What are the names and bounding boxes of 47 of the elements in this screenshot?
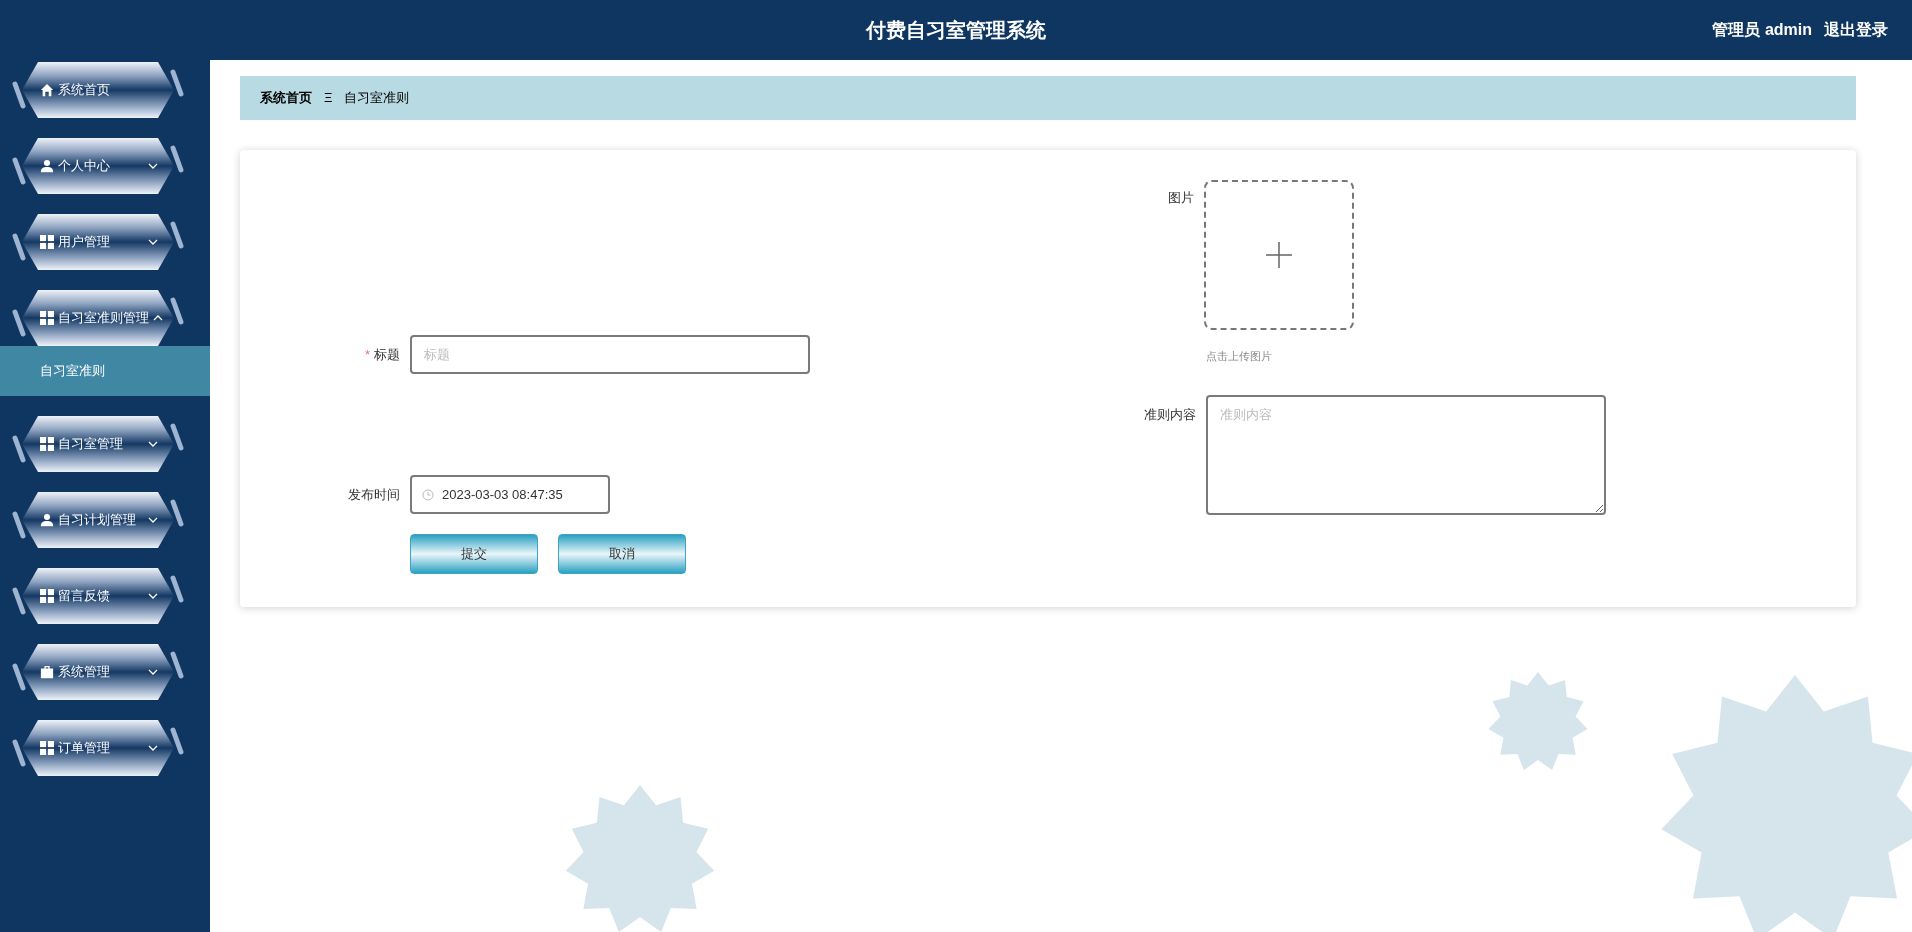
upload-hint: 点击上传图片: [1206, 349, 1273, 364]
grid-icon: [40, 437, 54, 451]
breadcrumb-current: 自习室准则: [344, 89, 410, 108]
home-icon: [40, 83, 54, 97]
plus-icon: [1265, 241, 1293, 269]
clock-icon: [422, 488, 434, 501]
caret-down-icon: [148, 441, 158, 447]
publish-time-label: 发布时间: [347, 485, 401, 504]
content-label: 准则内容: [1143, 405, 1197, 424]
sidebar-menu-item[interactable]: 自习计划管理: [0, 492, 196, 548]
sidebar-menu-item[interactable]: 个人中心: [0, 138, 196, 194]
sidebar-menu-item[interactable]: 自习室准则管理: [0, 290, 196, 346]
image-label: 图片: [1167, 189, 1195, 207]
image-upload-box[interactable]: [1204, 180, 1354, 330]
breadcrumb-separator: Ξ: [324, 89, 333, 108]
title-label: 标题: [374, 346, 400, 362]
user-icon: [40, 159, 54, 173]
sidebar-menu-item[interactable]: 系统首页: [0, 62, 196, 118]
sidebar-menu-item[interactable]: 系统管理: [0, 644, 196, 700]
grid-icon: [40, 235, 54, 249]
caret-up-icon: [153, 315, 163, 321]
required-mark: *: [364, 346, 370, 362]
user-icon: [40, 513, 54, 527]
title-input[interactable]: 标题: [410, 335, 810, 374]
caret-down-icon: [148, 593, 158, 599]
breadcrumb-home-link[interactable]: 系统首页: [260, 88, 312, 108]
caret-down-icon: [148, 669, 158, 675]
grid-icon: [40, 589, 54, 603]
sidebar-menu-item[interactable]: 自习室管理: [0, 416, 196, 472]
caret-down-icon: [148, 163, 158, 169]
caret-down-icon: [148, 239, 158, 245]
sidebar-menu-item[interactable]: 用户管理: [0, 214, 196, 270]
sidebar-menu-item[interactable]: 留言反馈: [0, 568, 196, 624]
logout-link[interactable]: 退出登录: [1824, 18, 1888, 42]
grid-icon: [40, 741, 54, 755]
user-label: 管理员 admin: [1712, 20, 1812, 40]
cancel-button[interactable]: 取消: [558, 534, 686, 574]
grid-icon: [40, 311, 54, 325]
submenu-item[interactable]: 自习室准则: [0, 346, 210, 396]
caret-down-icon: [148, 745, 158, 751]
submit-button[interactable]: 提交: [410, 534, 538, 574]
date-time-field[interactable]: 2023-03-03 08:47:35: [410, 475, 610, 514]
app-title: 付费自习室管理系统: [866, 18, 1046, 43]
caret-down-icon: [148, 517, 158, 523]
content-textarea[interactable]: 准则内容: [1206, 394, 1606, 515]
sidebar-menu-item[interactable]: 订单管理: [0, 720, 196, 776]
briefcase-icon: [40, 665, 54, 679]
